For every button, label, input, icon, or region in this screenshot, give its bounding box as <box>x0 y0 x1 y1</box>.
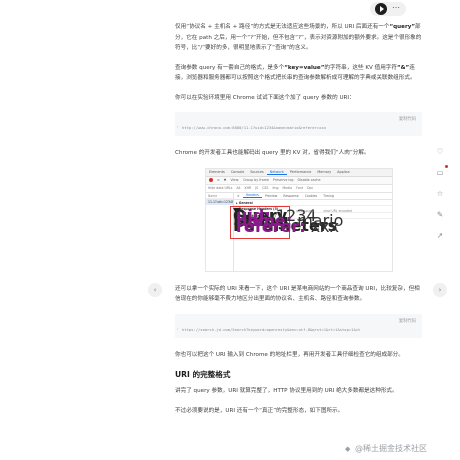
code-marker-icon: › <box>177 325 179 331</box>
close-icon: × <box>237 193 240 198</box>
share-button[interactable]: ↗ <box>434 229 446 241</box>
more-options-icon[interactable]: ⋯ <box>392 4 400 12</box>
devtools-tabs: Elements Console Sources Network Perform… <box>206 168 392 177</box>
paragraph-query-intro: 仅用“协议名 + 主机名 + 路径”的方式是无法适应这些场景的，所以 URI 后… <box>175 24 422 51</box>
devtools-tab: Memory <box>317 170 332 174</box>
watermark: ◆ @稀土掘金技术社区 <box>345 444 427 453</box>
devtools-toolbar: ⊘ ▼ View: Group by frame Preserve log Di… <box>206 176 392 185</box>
juejin-logo-icon: ◆ <box>345 444 351 453</box>
devtools-screenshot: Elements Console Sources Network Perform… <box>205 167 393 272</box>
note-icon: ✎ <box>436 209 444 219</box>
paragraph-uri-real-form: 不过必须要说的是，URI 还有一个“真正”的完整形态，如下图所示。 <box>175 407 344 414</box>
devtools-tab: Applica <box>337 170 350 174</box>
devtools-tab: Elements <box>209 170 225 174</box>
code-text: http://www.chrono.com:8080/11-1?uid=1234… <box>182 125 327 130</box>
devtools-subtabs: × Headers Preview Response Cookies Timin… <box>234 193 392 200</box>
share-icon: ↗ <box>436 230 444 240</box>
paragraph-uri-complete: 讲完了 query 参数，URI 就算完整了，HTTP 协议里用到的 URI 绝… <box>175 388 398 394</box>
play-audio-button[interactable] <box>375 3 387 15</box>
heart-icon: ♡ <box>436 146 444 156</box>
code-block-jd-uri: › 复制代码 https://search.jd.com/Search?keyw… <box>175 313 422 338</box>
paragraph-jd-example: 还可以拿一个实际的 URI 来看一下，这个 URI 是某电商网站的一个商品查询 … <box>175 285 420 303</box>
article-body: 仅用“协议名 + 主机名 + 路径”的方式是无法适应这些场景的，所以 URI 后… <box>175 22 422 416</box>
devtools-tab: Console <box>230 170 245 174</box>
devtools-tab-network: Network <box>266 170 287 175</box>
like-button[interactable]: ♡ <box>434 145 446 157</box>
paragraph-devtools: Chrome 的开发者工具也能解码出 query 里的 KV 对，省得我们“人肉… <box>175 150 370 156</box>
devtools-tab: Performance <box>289 170 312 174</box>
devtools-filter-bar: Hide data URLs All XHR JS CSS Img Media … <box>206 185 392 193</box>
favorite-button[interactable]: ☆ <box>434 187 446 199</box>
paragraph-try-chrome: 你可以在实验环境里用 Chrome 试试下面这个加了 query 参数的 URI… <box>175 94 355 101</box>
query-param-row: referer: xxx <box>236 216 340 236</box>
devtools-tab: Sources <box>250 170 264 174</box>
paragraph-chrome-inspect: 你也可以把这个 URI 输入到 Chrome 的地址栏里，再用开发者工具仔细检查… <box>175 351 404 358</box>
query-view-links: view source view URL encoded <box>296 208 352 213</box>
paragraph-query-format: 查询参数 query 有一套自己的格式，是多个“key=value”的字符串，这… <box>175 64 416 82</box>
comment-button[interactable]: ▭ <box>434 165 448 178</box>
unread-dot <box>445 165 448 168</box>
chevron-right-icon: › <box>438 286 442 294</box>
code-block-uri: › 复制代码 http://www.chrono.com:8080/11-1?u… <box>175 112 422 136</box>
star-icon: ☆ <box>436 188 444 198</box>
next-page-button[interactable]: › <box>433 283 447 297</box>
comment-icon: ▭ <box>436 167 444 177</box>
code-marker-icon: › <box>177 124 179 129</box>
previous-page-button[interactable]: ‹ <box>148 283 162 297</box>
copy-code-button[interactable]: 复制代码 <box>399 116 416 122</box>
note-button[interactable]: ✎ <box>434 208 446 220</box>
copy-code-button[interactable]: 复制代码 <box>399 318 416 324</box>
section-heading: URI 的完整格式 <box>175 370 231 379</box>
record-icon <box>209 178 213 182</box>
query-params-highlight: ▾ Query String Parameters uid: 1234 name… <box>230 202 343 239</box>
code-text: https://search.jd.com/Search?keyword=ope… <box>182 326 361 332</box>
request-row: 11-1?uid=1234&name=... <box>206 198 233 205</box>
chevron-left-icon: ‹ <box>153 286 157 294</box>
clear-icon: ⊘ <box>217 178 220 182</box>
